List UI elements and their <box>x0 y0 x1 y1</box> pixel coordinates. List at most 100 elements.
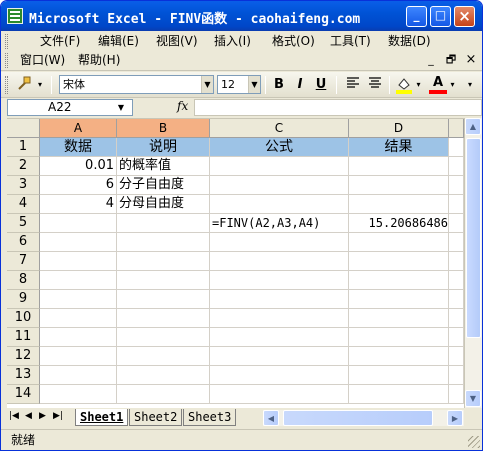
grid-cell[interactable] <box>40 347 117 366</box>
name-box[interactable]: A22 ▼ <box>7 99 133 116</box>
workbook-minimize-icon[interactable]: _ <box>424 53 438 67</box>
grid-cell[interactable] <box>210 157 349 176</box>
name-box-dropdown-icon[interactable]: ▼ <box>118 100 124 115</box>
workbook-close-icon[interactable]: × <box>464 53 478 67</box>
grid-cell[interactable] <box>210 195 349 214</box>
grid-cell[interactable] <box>449 271 464 290</box>
grid-cell[interactable] <box>449 157 464 176</box>
grid-cell[interactable] <box>349 347 449 366</box>
cell-d5[interactable]: 15.20686486 <box>349 214 449 233</box>
grid-cell[interactable] <box>349 195 449 214</box>
cell-b2[interactable]: 的概率值 <box>117 157 210 176</box>
insert-function-icon[interactable]: fx <box>177 99 188 113</box>
row-header[interactable]: 1 <box>7 138 40 157</box>
font-size-dropdown-icon[interactable]: ▼ <box>248 76 260 93</box>
grid-cell[interactable] <box>40 290 117 309</box>
next-sheet-icon[interactable]: ▶ <box>39 411 46 421</box>
grid-cell[interactable] <box>349 290 449 309</box>
grid-cell[interactable] <box>40 328 117 347</box>
maximize-button[interactable]: □ <box>430 6 451 27</box>
grid-cell[interactable] <box>117 366 210 385</box>
horizontal-scrollbar[interactable]: ◀ ▶ <box>263 410 464 426</box>
grid-cell[interactable] <box>349 366 449 385</box>
fill-color-icon[interactable] <box>395 76 413 94</box>
grid-cell[interactable] <box>40 366 117 385</box>
grid-cell[interactable] <box>117 252 210 271</box>
row-header[interactable]: 14 <box>7 385 40 404</box>
cell-b1[interactable]: 说明 <box>117 138 210 157</box>
cell-a1[interactable]: 数据 <box>40 138 117 157</box>
menubar-grip[interactable] <box>5 34 8 49</box>
grid-cell[interactable] <box>449 347 464 366</box>
fill-color-dropdown-icon[interactable]: ▾ <box>414 76 423 94</box>
grid-cell[interactable] <box>40 252 117 271</box>
row-header[interactable]: 3 <box>7 176 40 195</box>
cell-a2[interactable]: 0.01 <box>40 157 117 176</box>
cell-a3[interactable]: 6 <box>40 176 117 195</box>
grid-cell[interactable] <box>210 366 349 385</box>
row-header[interactable]: 12 <box>7 347 40 366</box>
row-header[interactable]: 10 <box>7 309 40 328</box>
menu-format[interactable]: 格式(O) <box>268 32 319 50</box>
format-painter-icon[interactable] <box>15 76 33 94</box>
tab-sheet2[interactable]: Sheet2 <box>129 409 183 426</box>
grid-cell[interactable] <box>449 252 464 271</box>
grid-cell[interactable] <box>117 385 210 404</box>
grid-cell[interactable] <box>40 233 117 252</box>
column-header-d[interactable]: D <box>349 119 449 138</box>
grid-cell[interactable] <box>210 309 349 328</box>
column-header-b[interactable]: B <box>117 119 210 138</box>
cell-c1[interactable]: 公式 <box>210 138 349 157</box>
grid-cell[interactable] <box>210 233 349 252</box>
toolbar-grip[interactable] <box>5 76 8 94</box>
excel-app-icon[interactable] <box>7 8 23 24</box>
grid-cell[interactable] <box>449 176 464 195</box>
grid-cell[interactable] <box>349 328 449 347</box>
grid-cell[interactable] <box>117 271 210 290</box>
select-all-corner[interactable] <box>7 119 40 138</box>
grid-cell[interactable] <box>449 366 464 385</box>
row-header[interactable]: 9 <box>7 290 40 309</box>
tab-sheet3[interactable]: Sheet3 <box>183 409 237 426</box>
menu-file[interactable]: 文件(F) <box>36 32 84 50</box>
grid-cell[interactable] <box>210 385 349 404</box>
font-name-dropdown-icon[interactable]: ▼ <box>201 76 213 93</box>
menu-window[interactable]: 窗口(W) <box>16 51 69 69</box>
menu-data[interactable]: 数据(D) <box>384 32 435 50</box>
row-header[interactable]: 2 <box>7 157 40 176</box>
menu-help[interactable]: 帮助(H) <box>74 51 124 69</box>
italic-button[interactable]: I <box>291 76 309 94</box>
row-header[interactable]: 6 <box>7 233 40 252</box>
font-color-dropdown-icon[interactable]: ▾ <box>448 76 457 94</box>
menu-edit[interactable]: 编辑(E) <box>94 32 143 50</box>
menu-tools[interactable]: 工具(T) <box>326 32 375 50</box>
grid-cell[interactable] <box>210 176 349 195</box>
menu-view[interactable]: 视图(V) <box>152 32 202 50</box>
column-header-e[interactable] <box>449 119 464 138</box>
bold-button[interactable]: B <box>270 76 288 94</box>
grid-cell[interactable] <box>349 176 449 195</box>
vertical-scrollbar[interactable]: ▲ ▼ <box>464 118 482 408</box>
resize-grip-icon[interactable] <box>468 436 480 448</box>
grid-cell[interactable] <box>449 385 464 404</box>
column-header-c[interactable]: C <box>210 119 349 138</box>
underline-button[interactable]: U <box>312 76 330 94</box>
grid-cell[interactable] <box>349 385 449 404</box>
font-size-select[interactable]: 12 ▼ <box>217 75 261 94</box>
cell-b4[interactable]: 分母自由度 <box>117 195 210 214</box>
toolbar-more-chevron-icon[interactable]: ▾ <box>464 76 476 94</box>
grid-cell[interactable] <box>349 309 449 328</box>
row-header[interactable]: 11 <box>7 328 40 347</box>
cell-c5[interactable]: =FINV(A2,A3,A4) <box>210 214 349 233</box>
scroll-up-icon[interactable]: ▲ <box>465 118 481 135</box>
row-header[interactable]: 7 <box>7 252 40 271</box>
grid-cell[interactable] <box>117 328 210 347</box>
menu-insert[interactable]: 插入(I) <box>210 32 255 50</box>
grid-cell[interactable] <box>349 252 449 271</box>
row-header[interactable]: 8 <box>7 271 40 290</box>
scroll-right-icon[interactable]: ▶ <box>447 410 463 426</box>
row-header[interactable]: 5 <box>7 214 40 233</box>
grid-cell[interactable] <box>40 385 117 404</box>
grid-cell[interactable] <box>449 233 464 252</box>
grid-cell[interactable] <box>40 271 117 290</box>
